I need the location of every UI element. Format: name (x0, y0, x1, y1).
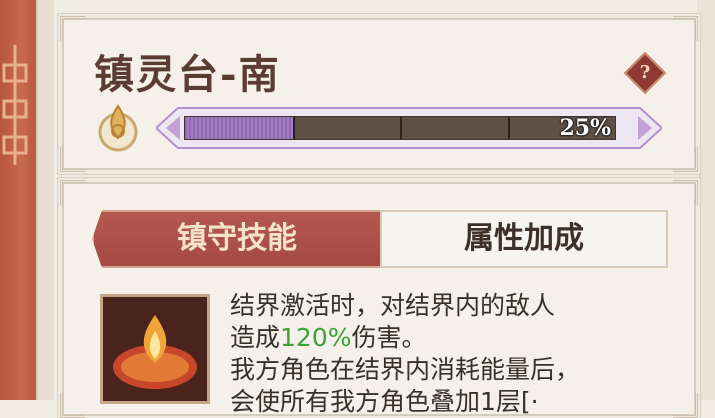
fire-icon (103, 297, 207, 401)
tab-bar: 镇守技能 属性加成 (92, 210, 668, 268)
skill-panel: 镇守技能 属性加成 结界激活时，对结界内的敌人 造成120%伤害。 我方角色在结… (60, 180, 698, 418)
flame-badge-icon (98, 104, 138, 152)
skill-line-1: 结界激活时，对结界内的敌人 (230, 291, 556, 320)
help-button[interactable]: ? (623, 51, 667, 95)
progress-segment-divider (507, 117, 510, 139)
knot-ornament-icon (2, 45, 28, 165)
right-edge (697, 0, 715, 400)
progress-track: 25% (184, 115, 616, 141)
question-icon: ? (639, 62, 651, 83)
progress-bar: 25% (156, 106, 662, 150)
header-panel: 镇灵台-南 ? 25% (60, 16, 698, 172)
tab-attribute-bonus[interactable]: 属性加成 (380, 210, 668, 268)
progress-segment-divider (292, 117, 295, 139)
skill-line-4: 会使所有我方角色叠加1层[· (230, 387, 539, 416)
skill-line-2: 造成120%伤害。 (230, 323, 427, 352)
damage-percent: 120% (280, 323, 352, 352)
page-title: 镇灵台-南 (94, 51, 281, 98)
progress-label: 25% (559, 115, 611, 141)
side-decoration (0, 0, 36, 400)
tab-guard-skill[interactable]: 镇守技能 (92, 210, 382, 268)
skill-icon (100, 294, 210, 404)
progress-segment-divider (400, 117, 402, 139)
skill-line-3: 我方角色在结界内消耗能量后， (230, 355, 581, 384)
side-divider (36, 0, 54, 400)
skill-description: 结界激活时，对结界内的敌人 造成120%伤害。 我方角色在结界内消耗能量后， 会… (230, 290, 690, 418)
progress-fill (185, 117, 293, 139)
